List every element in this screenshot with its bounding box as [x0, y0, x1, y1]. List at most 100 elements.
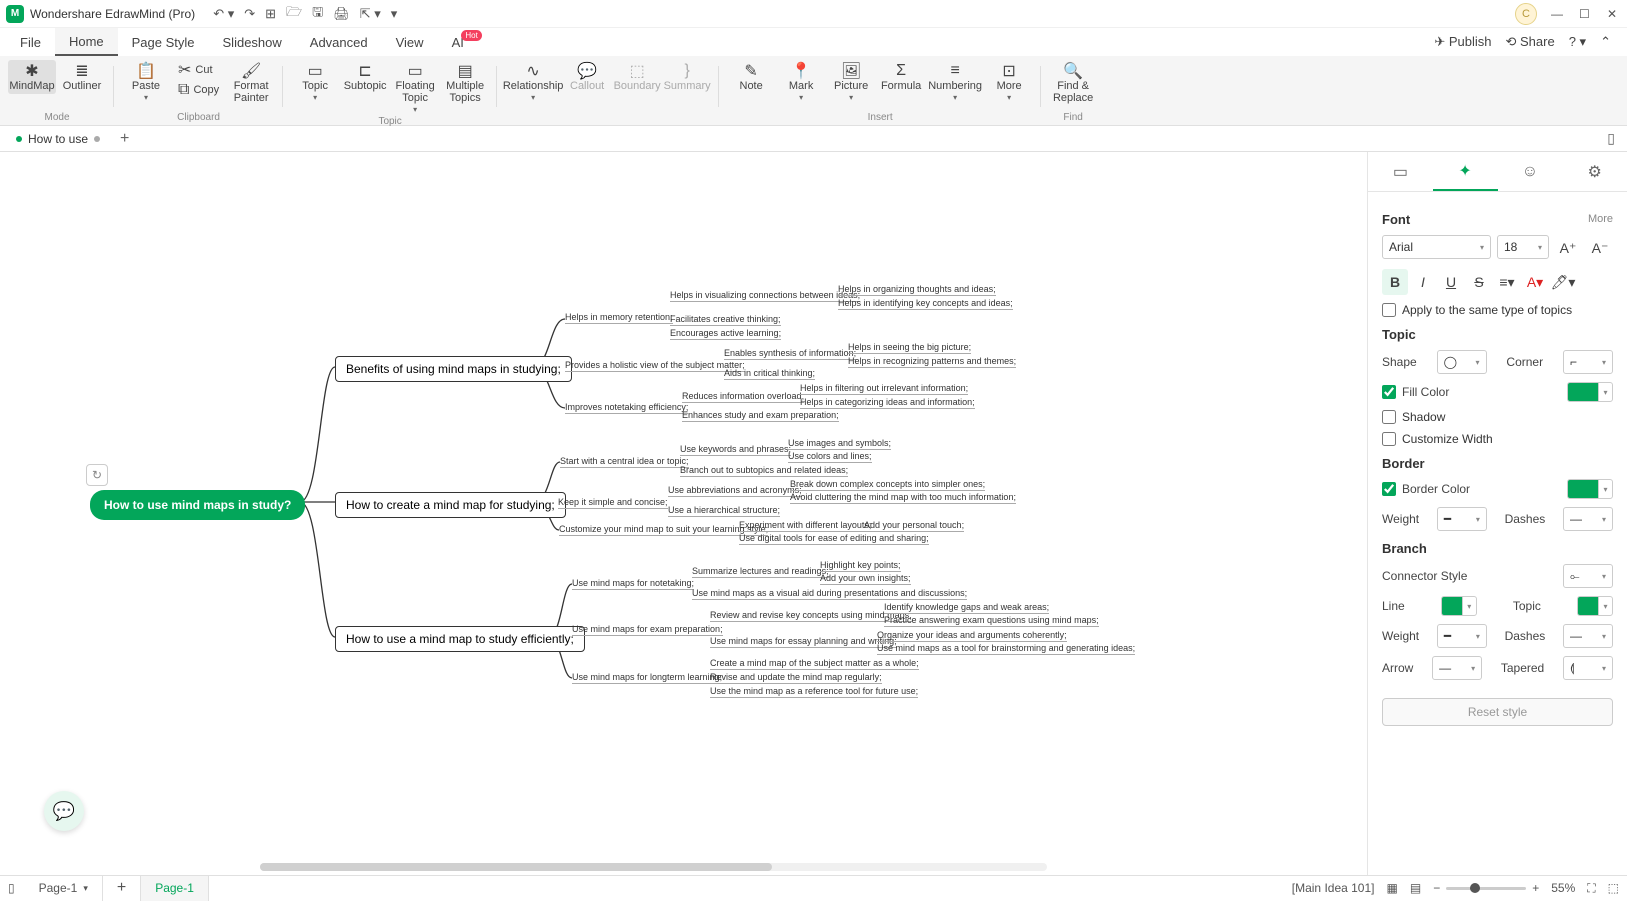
- subtopic-button[interactable]: ⊏Subtopic: [341, 60, 389, 94]
- underline-button[interactable]: U: [1438, 269, 1464, 295]
- more-insert-button[interactable]: ⊡More▾: [985, 60, 1033, 104]
- canvas[interactable]: ↻ How to use mind maps in study? Benefit…: [0, 152, 1367, 875]
- undo-icon[interactable]: ↶ ▾: [213, 6, 234, 22]
- mark-button[interactable]: 📍Mark▾: [777, 60, 825, 104]
- reset-style-button[interactable]: Reset style: [1382, 698, 1613, 726]
- collapse-ribbon-icon[interactable]: ⌃: [1600, 34, 1611, 50]
- note-button[interactable]: ✎Note: [727, 60, 775, 94]
- mindmap-leaf[interactable]: Add your personal touch;: [864, 520, 964, 532]
- mindmap-leaf[interactable]: Use mind maps for notetaking;: [572, 578, 694, 590]
- menu-view[interactable]: View: [382, 28, 438, 56]
- mindmap-leaf[interactable]: Aids in critical thinking;: [724, 368, 815, 380]
- mindmap-node[interactable]: Benefits of using mind maps in studying;: [335, 356, 572, 382]
- topic-color-swatch[interactable]: ▾: [1577, 596, 1613, 616]
- mindmap-leaf[interactable]: Use mind maps as a tool for brainstormin…: [877, 643, 1135, 655]
- zoom-slider[interactable]: [1446, 887, 1526, 890]
- decrease-font-button[interactable]: A⁻: [1587, 235, 1613, 261]
- topic-button[interactable]: ▭Topic▾: [291, 60, 339, 104]
- mindmap-leaf[interactable]: Use colors and lines;: [788, 451, 872, 463]
- fill-color-swatch[interactable]: ▾: [1567, 382, 1613, 402]
- mindmap-leaf[interactable]: Provides a holistic view of the subject …: [565, 360, 745, 372]
- apply-same-checkbox[interactable]: Apply to the same type of topics: [1382, 303, 1613, 317]
- align-button[interactable]: ≡▾: [1494, 269, 1520, 295]
- arrow-select[interactable]: —▾: [1432, 656, 1482, 680]
- outliner-mode-button[interactable]: ≣Outliner: [58, 60, 106, 94]
- add-page-button[interactable]: +: [103, 876, 141, 901]
- view-grid-icon[interactable]: ▦: [1387, 881, 1398, 895]
- page-tab-dropdown[interactable]: Page-1▾: [25, 876, 103, 901]
- zoom-value[interactable]: 55%: [1551, 881, 1575, 895]
- mindmap-leaf[interactable]: Use mind maps for essay planning and wri…: [710, 636, 897, 648]
- mindmap-leaf[interactable]: Use abbreviations and acronyms;: [668, 485, 802, 497]
- mindmap-leaf[interactable]: Helps in organizing thoughts and ideas;: [838, 284, 996, 296]
- redo-icon[interactable]: ↷: [244, 6, 255, 22]
- mindmap-leaf[interactable]: Branch out to subtopics and related idea…: [680, 465, 848, 477]
- zoom-out-button[interactable]: −: [1433, 881, 1440, 895]
- new-icon[interactable]: ⊞: [265, 6, 276, 22]
- line-color-swatch[interactable]: ▾: [1441, 596, 1477, 616]
- copy-button[interactable]: ⧉Copy: [172, 80, 225, 100]
- mindmap-leaf[interactable]: Organize your ideas and arguments cohere…: [877, 630, 1067, 642]
- shape-select[interactable]: ◯▾: [1437, 350, 1487, 374]
- boundary-button[interactable]: ⬚Boundary: [613, 60, 661, 94]
- mindmap-leaf[interactable]: Break down complex concepts into simpler…: [790, 479, 985, 491]
- font-size-select[interactable]: 18▾: [1497, 235, 1549, 259]
- menu-file[interactable]: File: [6, 28, 55, 56]
- find-replace-button[interactable]: 🔍Find & Replace: [1049, 60, 1097, 106]
- mindmap-leaf[interactable]: Summarize lectures and readings;: [692, 566, 829, 578]
- menu-advanced[interactable]: Advanced: [296, 28, 382, 56]
- open-icon[interactable]: 🗁: [286, 3, 302, 25]
- font-name-select[interactable]: Arial▾: [1382, 235, 1491, 259]
- menu-ai[interactable]: AIHot: [438, 28, 478, 56]
- side-tab-settings[interactable]: ⚙: [1562, 152, 1627, 191]
- mindmap-leaf[interactable]: Create a mind map of the subject matter …: [710, 658, 919, 670]
- numbering-button[interactable]: ≡Numbering▾: [927, 60, 983, 104]
- quick-action-button[interactable]: ↻: [86, 464, 108, 486]
- mindmap-leaf[interactable]: Start with a central idea or topic;: [560, 456, 689, 468]
- branch-weight-select[interactable]: ━▾: [1437, 624, 1487, 648]
- border-weight-select[interactable]: ━▾: [1437, 507, 1487, 531]
- mindmap-leaf[interactable]: Reduces information overload;: [682, 391, 804, 403]
- mindmap-node[interactable]: How to use a mind map to study efficient…: [335, 626, 585, 652]
- mindmap-leaf[interactable]: Review and revise key concepts using min…: [710, 610, 912, 622]
- mindmap-node[interactable]: How to create a mind map for studying;: [335, 492, 566, 518]
- font-more-link[interactable]: More: [1588, 213, 1613, 225]
- mindmap-leaf[interactable]: Enables synthesis of information;: [724, 348, 856, 360]
- multiple-topics-button[interactable]: ▤Multiple Topics: [441, 60, 489, 106]
- print-icon[interactable]: 🖨: [333, 6, 350, 22]
- panel-toggle-icon[interactable]: ▯: [1601, 130, 1621, 147]
- mindmap-leaf[interactable]: Use the mind map as a reference tool for…: [710, 686, 918, 698]
- mindmap-leaf[interactable]: Helps in visualizing connections between…: [670, 290, 860, 302]
- mindmap-leaf[interactable]: Experiment with different layouts;: [739, 520, 871, 532]
- minimize-icon[interactable]: —: [1551, 7, 1565, 21]
- mindmap-leaf[interactable]: Use images and symbols;: [788, 438, 891, 450]
- side-tab-icons[interactable]: ☺: [1498, 152, 1563, 191]
- view-list-icon[interactable]: ▤: [1410, 881, 1421, 895]
- mindmap-leaf[interactable]: Facilitates creative thinking;: [670, 314, 781, 326]
- mindmap-leaf[interactable]: Use mind maps for exam preparation;: [572, 624, 723, 636]
- side-tab-style[interactable]: ✦: [1433, 152, 1498, 191]
- mindmap-root-node[interactable]: How to use mind maps in study?: [90, 490, 305, 520]
- mindmap-leaf[interactable]: Enhances study and exam preparation;: [682, 410, 839, 422]
- mindmap-mode-button[interactable]: ✱MindMap: [8, 60, 56, 94]
- share-button[interactable]: ⟲ Share: [1506, 34, 1555, 50]
- fit-screen-icon[interactable]: ⛶: [1587, 881, 1595, 896]
- zoom-in-button[interactable]: +: [1532, 881, 1539, 895]
- paste-button[interactable]: 📋Paste▾: [122, 60, 170, 104]
- italic-button[interactable]: I: [1410, 269, 1436, 295]
- menu-pagestyle[interactable]: Page Style: [118, 28, 209, 56]
- relationship-button[interactable]: ∿Relationship▾: [505, 60, 561, 104]
- mindmap-leaf[interactable]: Improves notetaking efficiency;: [565, 402, 688, 414]
- customize-width-checkbox[interactable]: Customize Width: [1382, 432, 1613, 446]
- border-color-checkbox[interactable]: Border Color: [1382, 482, 1470, 496]
- save-icon[interactable]: 🖫: [312, 3, 323, 25]
- fill-color-checkbox[interactable]: Fill Color: [1382, 385, 1449, 399]
- document-tab[interactable]: How to use: [6, 126, 110, 151]
- more-qat-icon[interactable]: ▾: [391, 6, 398, 22]
- page-tab-1[interactable]: Page-1: [141, 876, 209, 901]
- formula-button[interactable]: ΣFormula: [877, 60, 925, 94]
- mindmap-leaf[interactable]: Encourages active learning;: [670, 328, 781, 340]
- close-icon[interactable]: ✕: [1607, 7, 1621, 21]
- mindmap-leaf[interactable]: Keep it simple and concise;: [558, 497, 668, 509]
- horizontal-scrollbar[interactable]: [260, 863, 1047, 871]
